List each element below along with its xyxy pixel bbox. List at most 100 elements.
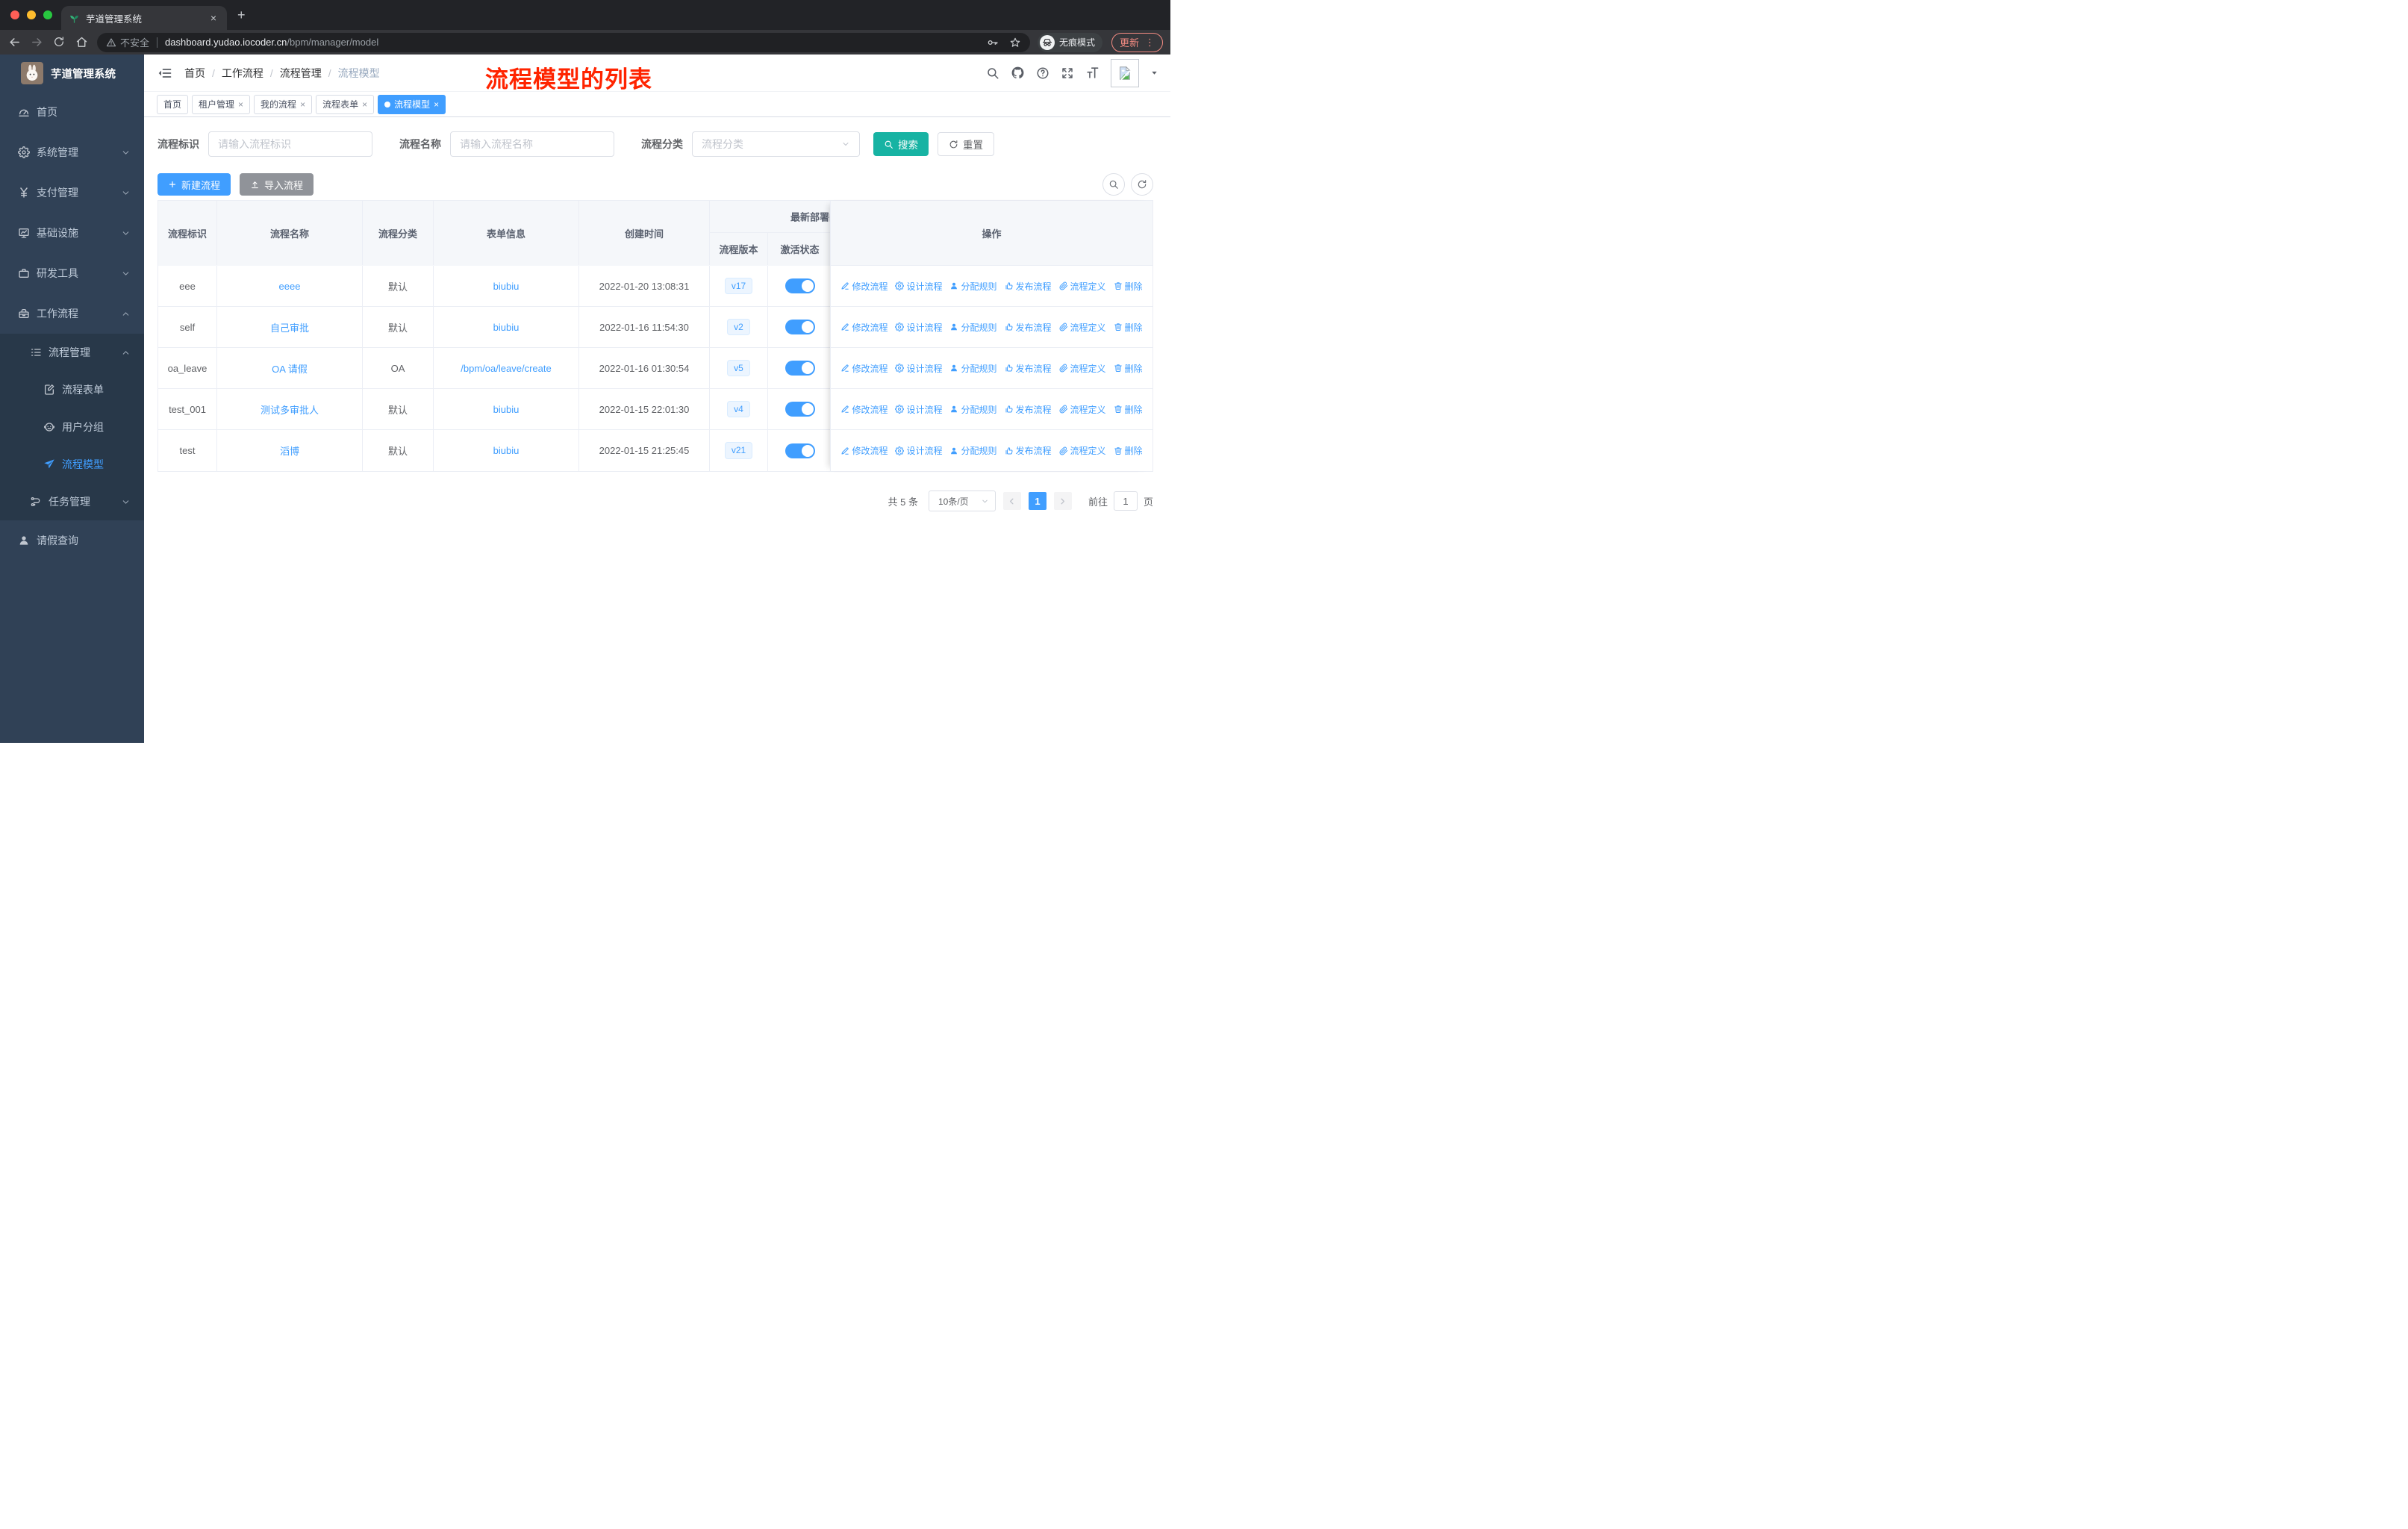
sidebar-item-user-group[interactable]: 用户分组	[0, 408, 144, 446]
publish-process-link[interactable]: 发布流程	[1005, 321, 1052, 334]
process-definition-link[interactable]: 流程定义	[1059, 403, 1106, 416]
tag-home[interactable]: 首页	[157, 94, 189, 114]
sidebar-item-leave-query[interactable]: 请假查询	[0, 520, 144, 561]
process-name-link[interactable]: eeee	[279, 281, 301, 292]
browser-menu-icon[interactable]: ⋮	[1145, 37, 1155, 49]
sidebar-collapse-icon[interactable]	[157, 66, 172, 81]
github-icon[interactable]	[1011, 66, 1025, 80]
delete-link[interactable]: 删除	[1114, 362, 1143, 375]
app-logo[interactable]: 芋道管理系统	[0, 55, 144, 92]
breadcrumb-process-management[interactable]: 流程管理	[280, 66, 322, 81]
sidebar-item-task-management[interactable]: 任务管理	[0, 483, 144, 520]
process-name-link[interactable]: OA 请假	[272, 361, 308, 376]
active-toggle[interactable]	[785, 320, 815, 334]
toggle-search-button[interactable]	[1102, 173, 1125, 196]
sidebar-item-infrastructure[interactable]: 基础设施	[0, 213, 144, 253]
back-icon[interactable]	[3, 36, 25, 49]
delete-link[interactable]: 删除	[1114, 280, 1143, 293]
browser-update-button[interactable]: 更新 ⋮	[1111, 32, 1163, 52]
form-info-link[interactable]: biubiu	[493, 281, 520, 292]
prev-page-button[interactable]	[1002, 492, 1021, 510]
sidebar-item-home[interactable]: 首页	[0, 92, 144, 132]
active-toggle[interactable]	[785, 278, 815, 293]
window-minimize-button[interactable]	[27, 10, 36, 19]
font-size-icon[interactable]	[1085, 66, 1099, 80]
forward-icon[interactable]	[25, 36, 48, 49]
tab-close-icon[interactable]: ×	[208, 12, 219, 24]
active-toggle[interactable]	[785, 443, 815, 458]
window-close-button[interactable]	[10, 10, 19, 19]
tag-tenant[interactable]: 租户管理 ×	[192, 94, 251, 114]
edit-process-link[interactable]: 修改流程	[840, 362, 888, 375]
publish-process-link[interactable]: 发布流程	[1005, 403, 1052, 416]
publish-process-link[interactable]: 发布流程	[1005, 362, 1052, 375]
key-icon[interactable]	[987, 37, 999, 49]
fullscreen-icon[interactable]	[1061, 66, 1074, 80]
active-toggle[interactable]	[785, 361, 815, 376]
browser-tab[interactable]: 芋道管理系统 ×	[61, 6, 227, 30]
window-maximize-button[interactable]	[43, 10, 52, 19]
assign-rule-link[interactable]: 分配规则	[949, 280, 997, 293]
import-process-button[interactable]: 导入流程	[240, 173, 314, 196]
form-info-link[interactable]: biubiu	[493, 445, 520, 456]
help-icon[interactable]	[1036, 66, 1049, 80]
create-process-button[interactable]: 新建流程	[157, 173, 231, 196]
sidebar-item-workflow[interactable]: 工作流程	[0, 293, 144, 334]
process-definition-link[interactable]: 流程定义	[1059, 321, 1106, 334]
process-name-input[interactable]	[450, 131, 614, 157]
refresh-table-button[interactable]	[1131, 173, 1153, 196]
assign-rule-link[interactable]: 分配规则	[949, 403, 997, 416]
breadcrumb-workflow[interactable]: 工作流程	[222, 66, 263, 81]
delete-link[interactable]: 删除	[1114, 403, 1143, 416]
design-process-link[interactable]: 设计流程	[895, 280, 942, 293]
tag-process-form[interactable]: 流程表单 ×	[316, 94, 375, 114]
breadcrumb-home[interactable]: 首页	[184, 66, 205, 81]
process-name-link[interactable]: 测试多审批人	[261, 402, 319, 417]
sidebar-item-process-form[interactable]: 流程表单	[0, 371, 144, 408]
design-process-link[interactable]: 设计流程	[895, 321, 942, 334]
page-size-select[interactable]: 10条/页	[928, 491, 996, 511]
process-category-select[interactable]: 流程分类	[692, 131, 860, 157]
sidebar-item-payment[interactable]: 支付管理	[0, 172, 144, 213]
sidebar-item-devtools[interactable]: 研发工具	[0, 253, 144, 293]
edit-process-link[interactable]: 修改流程	[840, 321, 888, 334]
form-info-link[interactable]: biubiu	[493, 322, 520, 333]
form-info-link[interactable]: /bpm/oa/leave/create	[461, 363, 551, 374]
avatar-caret-down-icon[interactable]	[1150, 69, 1158, 77]
active-toggle[interactable]	[785, 402, 815, 417]
address-bar[interactable]: 不安全 dashboard.yudao.iocoder.cn/bpm/manag…	[97, 32, 1030, 52]
design-process-link[interactable]: 设计流程	[895, 403, 942, 416]
assign-rule-link[interactable]: 分配规则	[949, 362, 997, 375]
process-definition-link[interactable]: 流程定义	[1059, 444, 1106, 457]
sidebar-item-process-management[interactable]: 流程管理	[0, 334, 144, 371]
sidebar-item-system[interactable]: 系统管理	[0, 132, 144, 172]
tag-my-process[interactable]: 我的流程 ×	[254, 94, 313, 114]
publish-process-link[interactable]: 发布流程	[1005, 280, 1052, 293]
edit-process-link[interactable]: 修改流程	[840, 403, 888, 416]
assign-rule-link[interactable]: 分配规则	[949, 321, 997, 334]
sidebar-item-process-model[interactable]: 流程模型	[0, 446, 144, 483]
current-page-button[interactable]: 1	[1028, 492, 1047, 510]
delete-link[interactable]: 删除	[1114, 321, 1143, 334]
assign-rule-link[interactable]: 分配规则	[949, 444, 997, 457]
security-indicator[interactable]: 不安全	[106, 35, 149, 49]
search-button[interactable]: 搜索	[873, 132, 929, 156]
delete-link[interactable]: 删除	[1114, 444, 1143, 457]
tag-close-icon[interactable]: ×	[238, 99, 243, 110]
home-icon[interactable]	[70, 36, 93, 49]
reload-icon[interactable]	[48, 36, 70, 49]
bookmark-star-icon[interactable]	[1009, 37, 1021, 49]
search-icon[interactable]	[986, 66, 999, 80]
reset-button[interactable]: 重置	[938, 132, 994, 156]
tag-close-icon[interactable]: ×	[362, 99, 367, 110]
publish-process-link[interactable]: 发布流程	[1005, 444, 1052, 457]
edit-process-link[interactable]: 修改流程	[840, 280, 888, 293]
next-page-button[interactable]	[1053, 492, 1072, 510]
process-definition-link[interactable]: 流程定义	[1059, 280, 1106, 293]
tag-close-icon[interactable]: ×	[434, 99, 439, 110]
process-name-link[interactable]: 滔博	[280, 443, 299, 458]
design-process-link[interactable]: 设计流程	[895, 444, 942, 457]
process-name-link[interactable]: 自己审批	[270, 320, 309, 334]
design-process-link[interactable]: 设计流程	[895, 362, 942, 375]
user-avatar[interactable]	[1111, 58, 1139, 87]
